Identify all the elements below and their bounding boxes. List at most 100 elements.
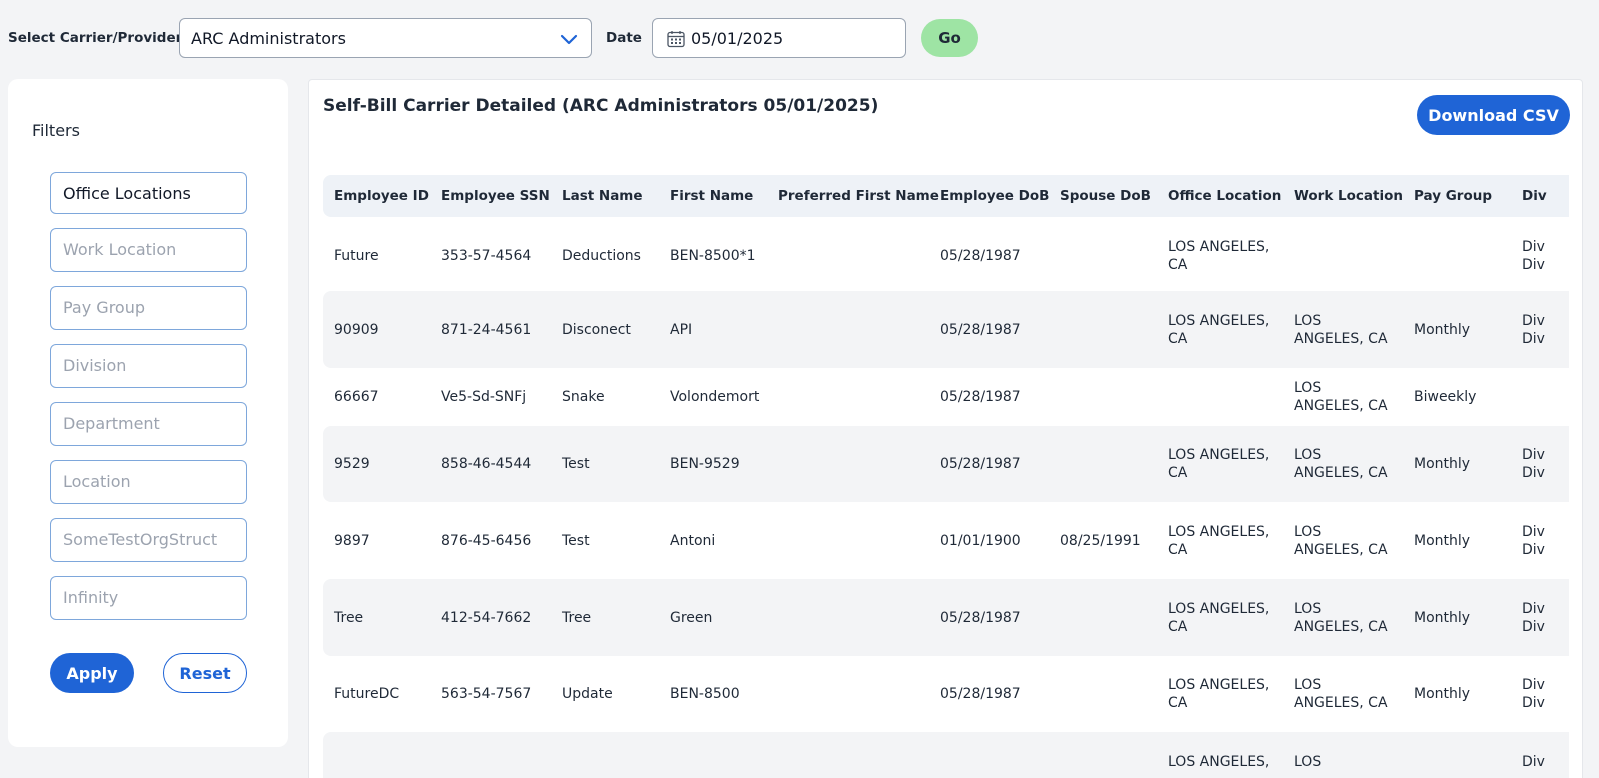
table-cell-office: LOS ANGELES,: [1168, 753, 1269, 778]
table-row[interactable]: 90909 871-24-4561 Disconect API 05/28/1987 LO…: [323, 291, 1569, 368]
column-header-first-name[interactable]: First Name: [670, 188, 753, 204]
table-cell-last: Test: [562, 532, 590, 549]
table-cell-dob: 01/01/1900: [940, 532, 1021, 549]
table-row[interactable]: 66667 Ve5-Sd-SNFj Snake Volondemort 05/28/19…: [323, 368, 1569, 426]
table-cell-office: LOS ANGELES, CA: [1168, 676, 1269, 712]
cell-line: CA: [1168, 330, 1188, 347]
table-row[interactable]: 9897 876-45-6456 Test Antoni 01/01/1900 08/25…: [323, 502, 1569, 579]
report-table: Employee ID Employee SSN Last Name First Na…: [323, 175, 1569, 778]
table-cell-div: Div Div: [1522, 238, 1545, 274]
cell-line: Div: [1522, 695, 1545, 711]
cell-line: LOS: [1294, 600, 1322, 617]
cell-line: ANGELES, CA: [1294, 330, 1388, 347]
column-header-pay-group[interactable]: Pay Group: [1414, 188, 1492, 204]
table-cell-dob: 05/28/1987: [940, 389, 1021, 405]
table-row[interactable]: Future 353-57-4564 Deductions BEN-8500*1 05/…: [323, 217, 1569, 295]
table-cell-id: 9529: [334, 456, 370, 472]
table-cell-div: Div: [1522, 753, 1545, 778]
table-cell-first: BEN-8500*1: [670, 248, 756, 264]
table-cell-last: Disconect: [562, 321, 631, 338]
column-header-work-location[interactable]: Work Location: [1294, 188, 1403, 204]
table-cell-div: Div Div: [1522, 312, 1545, 348]
table-cell-office: LOS ANGELES, CA: [1168, 312, 1269, 348]
cell-line: LOS ANGELES,: [1168, 312, 1270, 329]
table-cell-dob: 05/28/1987: [940, 248, 1021, 264]
filter-field-office-locations[interactable]: Office Locations: [50, 172, 247, 214]
table-cell-last: Update: [562, 686, 613, 702]
cell-line: ANGELES, CA: [1294, 398, 1388, 414]
column-header-div[interactable]: Div: [1522, 188, 1547, 204]
filters-panel: Filters Office Locations Work Location Pay…: [8, 79, 288, 747]
filter-field-work-location[interactable]: Work Location: [50, 228, 247, 272]
table-row[interactable]: Tree 412-54-7662 Tree Green 05/28/1987 LOS AN…: [323, 579, 1569, 656]
column-header-last-name[interactable]: Last Name: [562, 188, 643, 204]
date-label: Date: [606, 30, 642, 46]
date-input[interactable]: 05/01/2025: [652, 18, 906, 58]
table-cell-ssn: 563-54-7567: [441, 686, 532, 702]
table-cell-div: Div Div: [1522, 523, 1545, 559]
carrier-select-value: ARC Administrators: [191, 29, 346, 48]
download-csv-button[interactable]: Download CSV: [1417, 95, 1570, 135]
table-cell-office: LOS ANGELES, CA: [1168, 238, 1269, 274]
cell-line: Div: [1522, 523, 1545, 540]
cell-line: Div: [1522, 447, 1545, 463]
filter-field-infinity[interactable]: Infinity: [50, 576, 247, 620]
table-row[interactable]: 9529 858-46-4544 Test BEN-9529 05/28/1987 LOS…: [323, 426, 1569, 502]
go-button[interactable]: Go: [921, 19, 978, 57]
cell-line: Div: [1522, 600, 1545, 617]
table-cell-dob: 05/28/1987: [940, 456, 1021, 472]
column-header-preferred-first-name[interactable]: Preferred First Name: [778, 188, 939, 204]
table-cell-pay: Monthly: [1414, 456, 1471, 472]
filter-field-location[interactable]: Location: [50, 460, 247, 504]
table-cell-pay: Monthly: [1414, 686, 1471, 702]
column-header-employee-ssn[interactable]: Employee SSN: [441, 188, 550, 204]
cell-line: CA: [1168, 465, 1188, 481]
filter-field-division[interactable]: Division: [50, 344, 247, 388]
column-header-spouse-dob[interactable]: Spouse DoB: [1060, 188, 1151, 204]
apply-button[interactable]: Apply: [50, 653, 134, 693]
carrier-select[interactable]: ARC Administrators: [179, 18, 592, 58]
carrier-label: Select Carrier/Provider: [8, 30, 183, 46]
table-cell-id: FutureDC: [334, 686, 400, 702]
column-header-employee-id[interactable]: Employee ID: [334, 188, 429, 204]
cell-line: Div: [1522, 330, 1545, 347]
filter-field-pay-group[interactable]: Pay Group: [50, 286, 247, 330]
table-cell-dob: 05/28/1987: [940, 321, 1021, 338]
cell-line: LOS ANGELES,: [1168, 523, 1270, 540]
table-row[interactable]: FutureDC 563-54-7567 Update BEN-8500 05/28/1…: [323, 656, 1569, 732]
column-header-employee-dob[interactable]: Employee DoB: [940, 188, 1049, 204]
cell-line: [1168, 771, 1269, 778]
table-cell-dob: 05/28/1987: [940, 609, 1021, 626]
table-cell-first: BEN-9529: [670, 456, 740, 472]
filter-field-department[interactable]: Department: [50, 402, 247, 446]
table-cell-first: Green: [670, 609, 713, 626]
cell-line: ANGELES, CA: [1294, 695, 1388, 711]
table-cell-work: LOS ANGELES, CA: [1294, 312, 1388, 348]
table-cell-ssn: 858-46-4544: [441, 456, 532, 472]
cell-line: Div: [1522, 312, 1545, 329]
table-cell-last: Test: [562, 456, 590, 472]
table-cell-ssn: Ve5-Sd-SNFj: [441, 389, 527, 405]
cell-line: Div: [1522, 239, 1545, 255]
table-cell-work: LOS ANGELES, CA: [1294, 600, 1388, 636]
chevron-down-icon: [560, 34, 578, 45]
filter-field-sometestorgstruct[interactable]: SomeTestOrgStruct: [50, 518, 247, 562]
report-title: Self-Bill Carrier Detailed (ARC Administ…: [323, 96, 879, 116]
table-cell-id: 90909: [334, 321, 379, 338]
table-row[interactable]: LOS ANGELES, LOS Div: [323, 732, 1569, 778]
cell-line: Div: [1522, 618, 1545, 635]
cell-line: LOS ANGELES,: [1168, 677, 1270, 693]
table-cell-id: Future: [334, 248, 379, 264]
reset-button[interactable]: Reset: [163, 653, 247, 693]
cell-line: ANGELES, CA: [1294, 541, 1388, 558]
column-header-office-location[interactable]: Office Location: [1168, 188, 1281, 204]
cell-line: CA: [1168, 618, 1188, 635]
table-cell-id: 9897: [334, 532, 370, 549]
cell-line: Div: [1522, 465, 1545, 481]
table-cell-pay: Monthly: [1414, 532, 1471, 549]
table-cell-first: BEN-8500: [670, 686, 740, 702]
cell-line: LOS ANGELES,: [1168, 239, 1270, 255]
table-cell-last: Deductions: [562, 248, 641, 264]
cell-line: Div: [1522, 257, 1545, 273]
cell-line: ANGELES, CA: [1294, 465, 1388, 481]
